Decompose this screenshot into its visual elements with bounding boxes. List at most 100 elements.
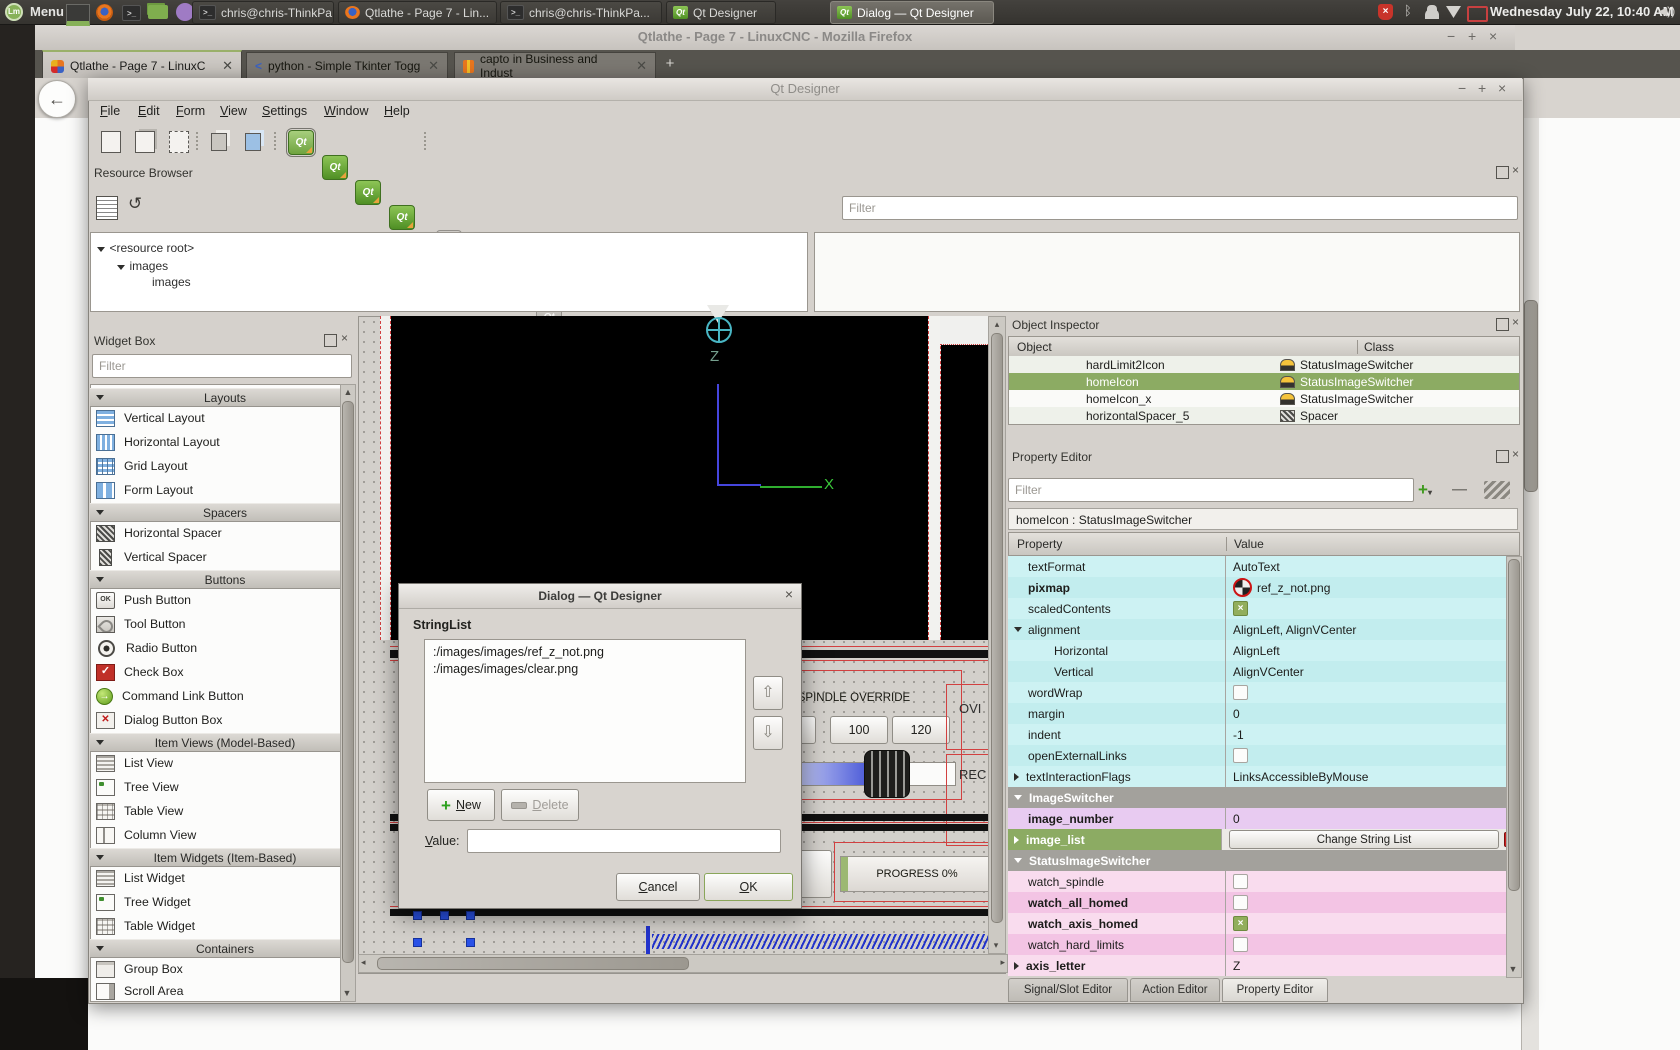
tab-property-editor[interactable]: Property Editor — [1222, 978, 1328, 1002]
tab-qtlathe[interactable]: Qtlathe - Page 7 - LinuxC ✕ — [42, 50, 242, 80]
widget-item-group-box[interactable]: Group Box — [92, 957, 338, 981]
selection-handle[interactable] — [466, 938, 475, 947]
scrollbar-thumb[interactable] — [991, 333, 1003, 923]
expand-arrow-icon[interactable] — [1014, 627, 1022, 632]
terminal-launcher-icon[interactable]: >_ — [122, 5, 141, 21]
expand-arrow-icon[interactable] — [1014, 858, 1022, 863]
new-tab-button[interactable]: + — [660, 55, 680, 75]
checkbox-unchecked-icon[interactable] — [1233, 874, 1248, 889]
widget-item-tool-button[interactable]: Tool Button — [92, 612, 338, 636]
firefox-launcher-icon[interactable] — [96, 4, 113, 21]
canvas-h-scrollbar[interactable]: ◂ ▸ — [358, 954, 1008, 973]
edit-tab-order-icon[interactable]: Qt — [389, 205, 415, 230]
scrollbar-thumb[interactable] — [1524, 300, 1538, 492]
edit-widgets-icon[interactable]: Qt — [288, 130, 314, 155]
section-buttons[interactable]: Buttons — [90, 570, 352, 589]
object-row-homeicon-x[interactable]: homeIcon_x StatusImageSwitcher — [1009, 390, 1519, 407]
taskbar-terminal-1[interactable]: >_chris@chris-ThinkPa... — [192, 1, 334, 24]
menu-view[interactable]: View — [220, 104, 247, 118]
widget-item-list-view[interactable]: List View — [92, 751, 338, 775]
spindle-100-button[interactable]: 100 — [830, 716, 888, 744]
scroll-up-icon[interactable]: ▴ — [989, 317, 1005, 332]
section-containers[interactable]: Containers — [90, 939, 352, 958]
tree-item-resource-root[interactable]: <resource root> — [97, 239, 194, 257]
widget-item-dialog-button-box[interactable]: ✕Dialog Button Box — [92, 708, 338, 732]
float-dock-icon[interactable] — [1496, 450, 1509, 463]
move-down-button[interactable]: ⇩ — [753, 716, 783, 750]
firefox-close-button[interactable]: × — [1489, 28, 1497, 44]
file-manager-launcher-icon[interactable] — [148, 5, 168, 19]
checkbox-checked-icon[interactable]: × — [1233, 601, 1248, 616]
property-row-horizontal[interactable]: Horizontal AlignLeft — [1008, 640, 1518, 662]
widget-item-tree-widget[interactable]: Tree Widget — [92, 890, 338, 914]
reload-resources-icon[interactable]: ↺ — [128, 194, 148, 216]
mint-menu-icon[interactable]: Lm — [5, 3, 23, 21]
tree-item-images-child[interactable]: images — [152, 275, 191, 289]
scroll-right-icon[interactable]: ▸ — [1000, 955, 1005, 970]
bluetooth-icon[interactable]: ᛒ — [1404, 3, 1412, 18]
edit-signals-slots-icon[interactable]: Qt — [322, 155, 348, 180]
section-spacers[interactable]: Spacers — [90, 503, 352, 522]
battery-icon[interactable] — [1467, 6, 1488, 22]
copy-icon[interactable] — [208, 130, 232, 153]
scroll-down-icon[interactable]: ▾ — [989, 938, 1003, 953]
move-up-button[interactable]: ⇧ — [753, 676, 783, 710]
widget-item-push-button[interactable]: OKPush Button — [92, 588, 338, 612]
tab-python[interactable]: < python - Simple Tkinter Togg ✕ — [246, 52, 448, 79]
new-form-icon[interactable] — [100, 130, 124, 153]
menu-file[interactable]: File — [100, 104, 120, 118]
add-dynamic-property-icon[interactable]: +▾ — [1418, 480, 1444, 500]
taskbar-firefox[interactable]: Qtlathe - Page 7 - Lin... — [338, 1, 497, 24]
show-desktop-icon[interactable] — [66, 4, 90, 26]
dialog-close-icon[interactable]: × — [785, 586, 793, 602]
qt-minimize-button[interactable]: − — [1458, 80, 1466, 96]
value-input[interactable] — [467, 829, 781, 853]
widget-box-scrollbar[interactable]: ▲ ▼ — [340, 384, 356, 1002]
selection-handle[interactable] — [466, 911, 475, 920]
remove-dynamic-property-icon[interactable]: — — [1452, 480, 1472, 500]
widget-item-scroll-area[interactable]: Scroll Area — [92, 979, 338, 1003]
checkbox-unchecked-icon[interactable] — [1233, 895, 1248, 910]
firefox-minimize-button[interactable]: − — [1447, 28, 1455, 44]
property-row-indent[interactable]: indent -1 — [1008, 724, 1518, 746]
scroll-down-icon[interactable]: ▼ — [1507, 962, 1519, 977]
float-dock-icon[interactable] — [324, 334, 337, 347]
close-dock-icon[interactable]: × — [1512, 315, 1519, 329]
expand-arrow-icon[interactable] — [1014, 795, 1022, 800]
widget-item-horizontal-layout[interactable]: Horizontal Layout — [92, 430, 338, 454]
canvas-v-scrollbar[interactable]: ▴ ▾ — [988, 316, 1006, 954]
open-form-icon[interactable] — [134, 130, 158, 153]
list-item-ref-z-not[interactable]: :/images/images/ref_z_not.png — [425, 640, 745, 659]
property-row-openexternallinks[interactable]: openExternalLinks — [1008, 745, 1518, 767]
taskbar-dialog-qt-designer[interactable]: QtDialog — Qt Designer — [830, 1, 994, 24]
resource-filter-input[interactable] — [842, 196, 1518, 220]
tree-item-images[interactable]: images — [117, 257, 168, 275]
menu-help[interactable]: Help — [384, 104, 410, 118]
widget-item-check-box[interactable]: ✓Check Box — [92, 660, 338, 684]
scrollbar-thumb[interactable] — [1508, 559, 1520, 891]
widget-item-form-layout[interactable]: Form Layout — [92, 478, 338, 502]
qt-close-button[interactable]: × — [1498, 80, 1506, 96]
user-applet-icon[interactable] — [1425, 9, 1439, 19]
property-row-pixmap[interactable]: pixmap ref_z_not.png — [1008, 577, 1518, 599]
collapsed-arrow-icon[interactable] — [1014, 836, 1019, 844]
tab-action-editor[interactable]: Action Editor — [1130, 978, 1220, 1002]
checkbox-unchecked-icon[interactable] — [1233, 937, 1248, 952]
selection-handle[interactable] — [413, 911, 422, 920]
property-row-vertical[interactable]: Vertical AlignVCenter — [1008, 661, 1518, 683]
firefox-maximize-button[interactable]: + — [1468, 28, 1476, 44]
tab-signal-slot-editor[interactable]: Signal/Slot Editor — [1008, 978, 1128, 1002]
edit-resources-icon[interactable] — [96, 196, 118, 220]
scrollbar-thumb[interactable] — [377, 957, 689, 970]
widget-item-list-widget[interactable]: List Widget — [92, 866, 338, 890]
tab-close-icon[interactable]: ✕ — [428, 58, 439, 74]
checkbox-unchecked-icon[interactable] — [1233, 685, 1248, 700]
spindle-120-button[interactable]: 120 — [892, 716, 950, 744]
property-row-axis-letter[interactable]: axis_letter Z — [1008, 955, 1518, 976]
ok-button[interactable]: OK — [704, 873, 793, 901]
slider-handle[interactable] — [864, 750, 910, 798]
property-editor-scrollbar[interactable]: ▼ — [1506, 556, 1522, 978]
object-row-homeicon-selected[interactable]: homeIcon StatusImageSwitcher — [1009, 373, 1519, 390]
qt-maximize-button[interactable]: + — [1478, 80, 1486, 96]
scroll-left-icon[interactable]: ◂ — [361, 955, 366, 970]
